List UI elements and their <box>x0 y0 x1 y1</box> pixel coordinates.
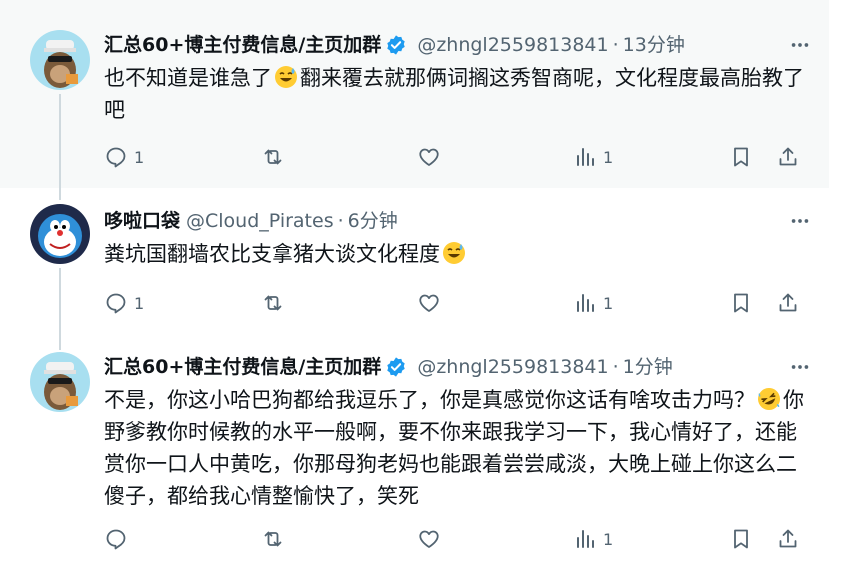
share-button[interactable] <box>776 524 800 554</box>
bookmark-icon <box>734 147 748 167</box>
reply-button[interactable] <box>104 524 134 554</box>
more-icon <box>791 43 809 47</box>
share-icon <box>779 293 797 312</box>
share-icon <box>779 529 797 548</box>
ape-avatar-image <box>30 352 90 412</box>
retweet-icon <box>264 149 282 165</box>
share-icon <box>779 147 797 166</box>
author-handle[interactable]: @zhngl2559813841 <box>417 32 608 58</box>
doraemon-avatar-image <box>30 204 90 264</box>
bookmark-button[interactable] <box>729 524 753 554</box>
author-name[interactable]: 哆啦口袋 <box>104 208 180 234</box>
more-icon <box>791 219 809 223</box>
separator: · <box>612 34 619 56</box>
avatar[interactable] <box>30 204 90 264</box>
bookmark-icon <box>734 529 748 549</box>
thread-line <box>59 336 61 350</box>
timestamp[interactable]: 6分钟 <box>348 208 398 234</box>
separator: · <box>612 356 619 378</box>
reply-count: 1 <box>134 147 145 167</box>
author-name[interactable]: 汇总60+博主付费信息/主页加群 <box>104 354 381 380</box>
more-options-button[interactable] <box>783 354 817 380</box>
bookmark-button[interactable] <box>729 288 753 318</box>
tweet-header: 汇总60+博主付费信息/主页加群 @zhngl2559813841 · 1分钟 <box>104 354 789 380</box>
more-options-button[interactable] <box>783 32 817 58</box>
retweet-button[interactable] <box>261 524 291 554</box>
reply-icon <box>106 529 126 550</box>
rofl-emoji-icon <box>758 388 780 410</box>
tweet-text-part1: 也不知道是谁急了 <box>104 66 272 90</box>
views-count: 1 <box>603 529 614 549</box>
more-icon <box>791 365 809 369</box>
author-handle[interactable]: @Cloud_Pirates <box>186 208 334 234</box>
tweet-text: 也不知道是谁急了 翻来覆去就那俩词搁这秀智商呢，文化程度最高胎教了吧 <box>104 62 804 126</box>
author-handle[interactable]: @zhngl2559813841 <box>417 354 608 380</box>
like-button[interactable] <box>417 142 447 172</box>
tweet-text-part1: 粪坑国翻墙农比支拿猪大谈文化程度 <box>104 242 440 266</box>
views-button[interactable]: 1 <box>573 142 613 172</box>
tweet-header: 哆啦口袋 @Cloud_Pirates · 6分钟 <box>104 208 789 234</box>
heart-icon <box>419 294 439 312</box>
reply-count: 1 <box>134 293 145 313</box>
tweet-1[interactable]: 汇总60+博主付费信息/主页加群 @zhngl2559813841 · 13分钟… <box>0 0 829 188</box>
heart-icon <box>419 148 439 166</box>
tweet-actions: 1 1 <box>104 288 804 318</box>
tweet-3[interactable]: 汇总60+博主付费信息/主页加群 @zhngl2559813841 · 1分钟 … <box>0 336 829 576</box>
timestamp[interactable]: 1分钟 <box>623 354 673 380</box>
views-icon <box>577 148 594 166</box>
share-button[interactable] <box>776 142 800 172</box>
like-button[interactable] <box>417 524 447 554</box>
tweet-text-part1: 不是，你这小哈巴狗都给我逗乐了，你是真感觉你这话有啥攻击力吗？ <box>104 388 755 412</box>
retweet-icon <box>264 295 282 311</box>
views-icon <box>577 294 594 312</box>
timestamp[interactable]: 13分钟 <box>623 32 685 58</box>
reply-icon <box>106 147 126 168</box>
retweet-icon <box>264 531 282 547</box>
bookmark-button[interactable] <box>729 142 753 172</box>
tweet-text: 粪坑国翻墙农比支拿猪大谈文化程度 <box>104 238 804 270</box>
sweat-smile-emoji-icon <box>275 66 297 88</box>
thread-line <box>59 188 61 200</box>
views-icon <box>577 530 594 548</box>
tweet-2[interactable]: 哆啦口袋 @Cloud_Pirates · 6分钟 粪坑国翻墙农比支拿猪大谈文化… <box>0 188 829 336</box>
share-button[interactable] <box>776 288 800 318</box>
retweet-button[interactable] <box>261 142 291 172</box>
views-count: 1 <box>603 293 614 313</box>
verified-badge-icon <box>387 357 406 377</box>
avatar[interactable] <box>30 352 90 412</box>
reply-icon <box>106 293 126 314</box>
tweet-text: 不是，你这小哈巴狗都给我逗乐了，你是真感觉你这话有啥攻击力吗？ 你野爹教你时候教的… <box>104 384 804 512</box>
heart-icon <box>419 530 439 548</box>
reply-button[interactable]: 1 <box>104 142 144 172</box>
thread-line <box>59 94 61 188</box>
views-count: 1 <box>603 147 614 167</box>
sweat-smile-emoji-icon <box>443 242 465 264</box>
tweet-header: 汇总60+博主付费信息/主页加群 @zhngl2559813841 · 13分钟 <box>104 32 789 58</box>
thread-line <box>59 268 61 336</box>
views-button[interactable]: 1 <box>573 524 613 554</box>
ape-avatar-image <box>30 30 90 90</box>
reply-button[interactable]: 1 <box>104 288 144 318</box>
more-options-button[interactable] <box>783 208 817 234</box>
separator: · <box>337 210 344 232</box>
views-button[interactable]: 1 <box>573 288 613 318</box>
verified-badge-icon <box>387 35 406 55</box>
tweet-actions: 1 <box>104 524 804 554</box>
tweet-actions: 1 1 <box>104 142 804 172</box>
retweet-button[interactable] <box>261 288 291 318</box>
avatar[interactable] <box>30 30 90 90</box>
author-name[interactable]: 汇总60+博主付费信息/主页加群 <box>104 32 381 58</box>
like-button[interactable] <box>417 288 447 318</box>
bookmark-icon <box>734 293 748 313</box>
reply-thread: 汇总60+博主付费信息/主页加群 @zhngl2559813841 · 13分钟… <box>0 0 841 576</box>
